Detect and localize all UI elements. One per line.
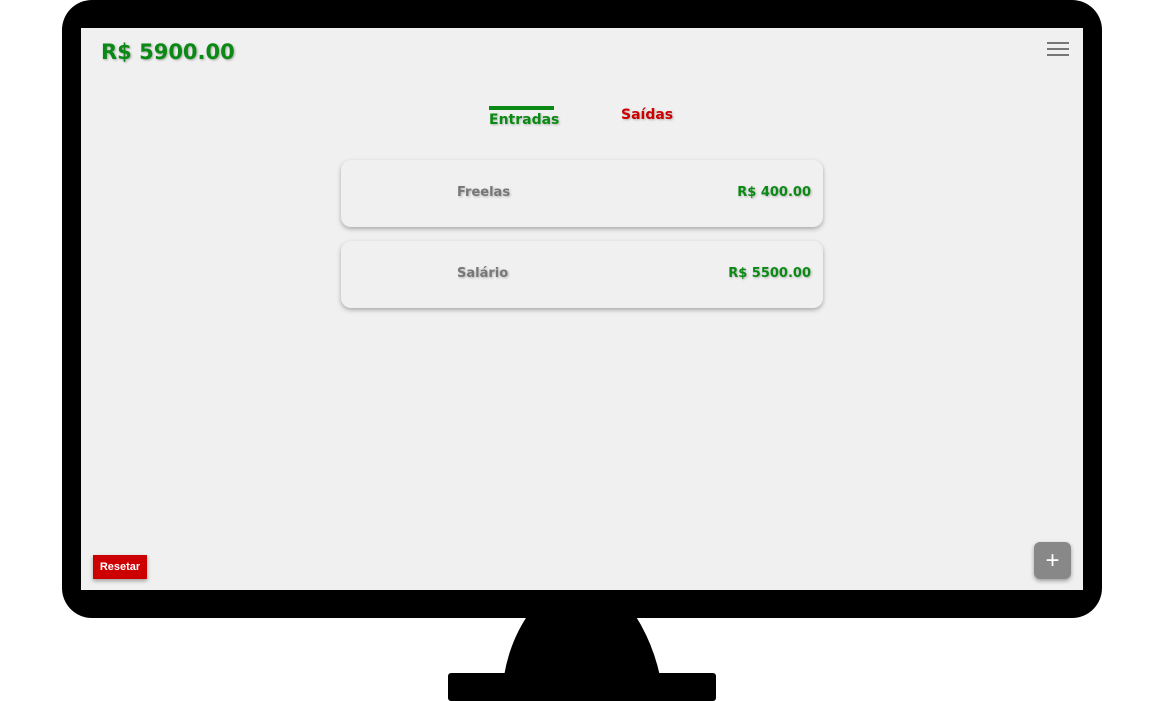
add-button[interactable]: + [1034, 542, 1071, 579]
entry-value: R$ 5500.00 [728, 266, 811, 281]
list-item[interactable]: Freelas R$ 400.00 [341, 160, 823, 227]
list-item[interactable]: Salário R$ 5500.00 [341, 241, 823, 308]
app-screen: R$ 5900.00 Entradas Saídas Freelas R$ 40… [81, 28, 1083, 590]
tab-saidas[interactable]: Saídas [621, 107, 673, 123]
reset-button[interactable]: Resetar [93, 555, 147, 579]
entry-name: Freelas [457, 185, 511, 200]
entry-name: Salário [457, 266, 509, 281]
tab-entradas[interactable]: Entradas [489, 106, 559, 128]
hamburger-icon[interactable] [1047, 42, 1069, 58]
monitor-base [448, 673, 716, 701]
tabs: Entradas Saídas [81, 106, 1083, 136]
entry-value: R$ 400.00 [737, 185, 811, 200]
total-balance: R$ 5900.00 [101, 40, 235, 64]
